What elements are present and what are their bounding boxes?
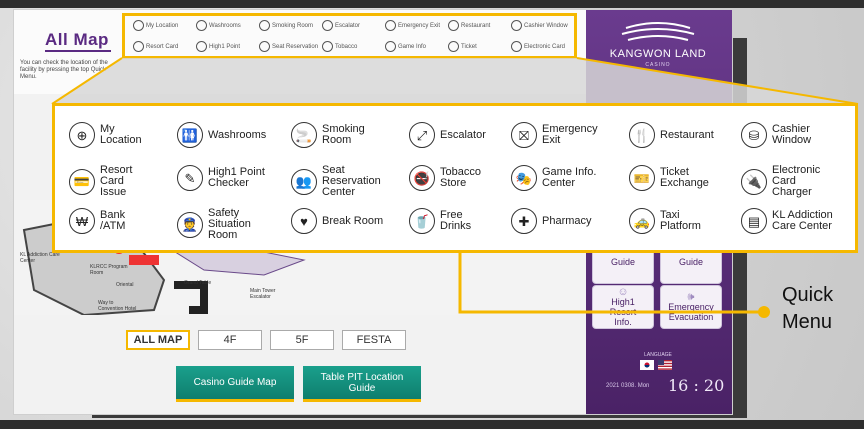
quick-menu-label: Bank /ATM [100,209,126,232]
quick-menu-label: Tobacco Store [440,166,481,189]
quick-menu-item[interactable]: 🚻 Washrooms [177,122,266,148]
quick-menu-item[interactable]: ₩ Bank /ATM [69,208,125,234]
washroom-icon: 🚻 [177,122,203,148]
point-icon: ✎ [177,165,203,191]
safety-icon: 👮 [177,211,203,238]
break-room-icon: ♥ [291,208,317,234]
smoking-icon: 🚬 [291,122,317,148]
quick-menu-item[interactable]: ⊕ My Location [69,122,142,148]
card-icon: 💳 [69,168,95,195]
quick-menu-label: My Location [100,123,142,146]
quick-menu-callout-label: Quick Menu [782,282,833,336]
quick-menu-item[interactable]: 🥤 Free Drinks [409,208,471,234]
quick-menu-label: Restaurant [660,128,714,141]
quick-menu-item[interactable]: ⛝ Emergency Exit [511,122,598,148]
callout-dot [758,306,770,318]
quick-menu-item[interactable]: ⤢ Escalator [409,122,486,148]
taxi-icon: 🚕 [629,208,655,234]
care-icon: ▤ [741,208,767,234]
quick-menu-label: Break Room [322,214,384,227]
pharmacy-icon: ✚ [511,208,537,234]
seat-icon: 👥 [291,168,317,195]
location-icon: ⊕ [69,122,95,148]
cashier-icon: ⛁ [741,122,767,148]
quick-menu-label: Cashier Window [772,123,812,146]
quick-menu-item[interactable]: 🍴 Restaurant [629,122,714,148]
quick-menu-label: Seat Reservation Center [322,164,381,198]
quick-menu-item[interactable]: ▤ KL Addiction Care Center [741,208,833,234]
quick-menu-item[interactable]: ♥ Break Room [291,208,383,234]
quick-menu-item[interactable]: ✚ Pharmacy [511,208,592,234]
quick-menu-label: Pharmacy [542,214,592,227]
quick-menu-label: Free Drinks [440,209,472,232]
drinks-icon: 🥤 [409,208,435,234]
quick-menu-label: Resort Card Issue [100,164,133,198]
exit-icon: ⛝ [511,122,537,148]
quick-menu-label: Safety Situation Room [208,207,251,241]
quick-menu-zoom-panel: ⊕ My Location 🚻 Washrooms 🚬 Smoking Room ⤢ Esca… [52,103,858,253]
restaurant-icon: 🍴 [629,122,655,148]
quick-menu-item[interactable]: 🚭 Tobacco Store [409,165,481,191]
quick-menu-item[interactable]: 🎫 Ticket Exchange [629,165,709,191]
quick-menu-item[interactable]: 🎭 Game Info. Center [511,165,596,191]
quick-menu-item[interactable]: 🚕 Taxi Platform [629,208,701,234]
game-icon: 🎭 [511,165,537,191]
callout-line [458,252,760,314]
quick-menu-label: Electronic Card Charger [772,164,821,198]
quick-menu-label: Escalator [440,128,486,141]
quick-menu-label: Washrooms [208,128,267,141]
quick-menu-label: KL Addiction Care Center [772,209,833,232]
quick-menu-label: Smoking Room [322,123,365,146]
quick-menu-item[interactable]: ⛁ Cashier Window [741,122,811,148]
escalator-icon: ⤢ [409,122,435,148]
bank-icon: ₩ [69,208,95,234]
zoom-shade [52,58,858,104]
quick-menu-label: High1 Point Checker [208,166,265,189]
quick-menu-label: Ticket Exchange [660,166,709,189]
quick-menu-item[interactable]: 👮 Safety Situation Room [177,208,251,241]
quick-menu-label: Emergency Exit [542,123,598,146]
tobacco-icon: 🚭 [409,165,435,191]
quick-menu-item[interactable]: 👥 Seat Reservation Center [291,165,381,198]
quick-menu-item[interactable]: ✎ High1 Point Checker [177,165,265,191]
quick-menu-item[interactable]: 🚬 Smoking Room [291,122,365,148]
quick-menu-label: Game Info. Center [542,166,597,189]
callout-line1: Quick [782,284,834,306]
quick-menu-label: Taxi Platform [660,209,701,232]
quick-menu-item[interactable]: 💳 Resort Card Issue [69,165,132,198]
quick-menu-item[interactable]: 🔌 Electronic Card Charger [741,165,820,198]
charger-icon: 🔌 [741,168,767,195]
callout-line2: Menu [782,311,833,333]
ticket-icon: 🎫 [629,165,655,191]
